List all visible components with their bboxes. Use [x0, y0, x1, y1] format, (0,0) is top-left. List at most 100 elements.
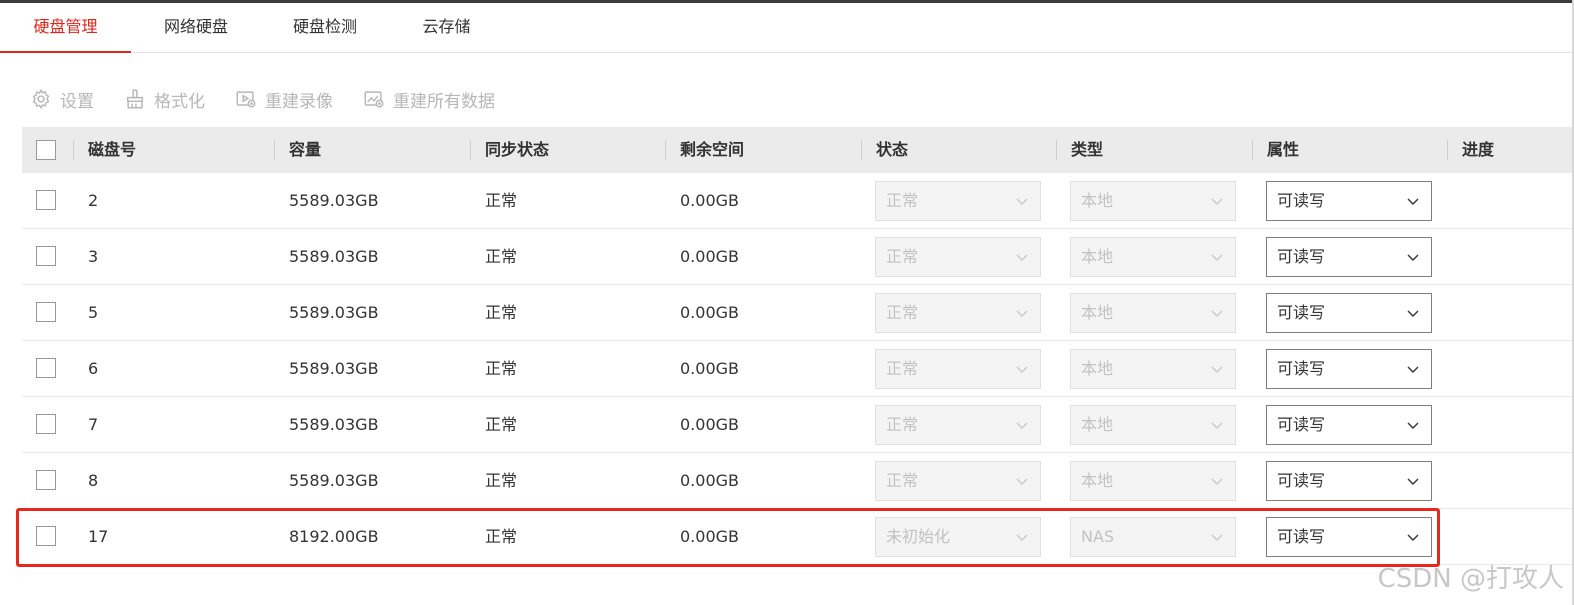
property-select-value: 可读写 — [1277, 527, 1326, 546]
chevron-down-icon — [1407, 422, 1419, 429]
property-select[interactable]: 可读写 — [1266, 293, 1432, 333]
table-row: 2 5589.03GB 正常 0.00GB 正常 本地 可读写 — [22, 173, 1572, 229]
type-select: NAS — [1070, 517, 1236, 557]
status-select-value: 正常 — [886, 471, 919, 490]
chevron-down-icon — [1016, 422, 1028, 429]
header-capacity: 容量 — [289, 140, 322, 159]
cell-capacity: 5589.03GB — [289, 247, 379, 266]
chevron-down-icon — [1211, 198, 1223, 205]
property-select[interactable]: 可读写 — [1266, 517, 1432, 557]
type-select: 本地 — [1070, 349, 1236, 389]
watermark: CSDN @打攻人 — [1377, 564, 1564, 594]
column-divider — [1447, 140, 1448, 160]
rebuild-all-button[interactable]: 重建所有数据 — [363, 87, 495, 112]
cell-disk-no: 6 — [88, 359, 99, 378]
cell-disk-no: 7 — [88, 415, 99, 434]
chevron-down-icon — [1211, 422, 1223, 429]
chevron-down-icon — [1211, 534, 1223, 541]
header-free-space: 剩余空间 — [680, 140, 745, 159]
cell-capacity: 5589.03GB — [289, 191, 379, 210]
rebuild-record-button[interactable]: 重建录像 — [235, 87, 333, 112]
type-select-value: 本地 — [1081, 303, 1114, 322]
cell-capacity: 5589.03GB — [289, 303, 379, 322]
tab-disk-management[interactable]: 硬盘管理 — [0, 3, 131, 53]
type-select-value: NAS — [1081, 527, 1115, 546]
header-sync-status: 同步状态 — [485, 140, 550, 159]
tab-cloud-storage[interactable]: 云存储 — [389, 3, 504, 53]
chevron-down-icon — [1016, 534, 1028, 541]
cell-sync-status: 正常 — [485, 471, 518, 490]
status-select-value: 未初始化 — [886, 527, 951, 546]
property-select-value: 可读写 — [1277, 191, 1326, 210]
column-divider — [861, 140, 862, 160]
cell-free-space: 0.00GB — [680, 303, 739, 322]
cell-free-space: 0.00GB — [680, 527, 739, 546]
status-select: 正常 — [875, 349, 1041, 389]
row-checkbox[interactable] — [36, 526, 56, 546]
property-select[interactable]: 可读写 — [1266, 237, 1432, 277]
status-select-value: 正常 — [886, 247, 919, 266]
cell-free-space: 0.00GB — [680, 471, 739, 490]
chevron-down-icon — [1016, 198, 1028, 205]
chevron-down-icon — [1407, 254, 1419, 261]
chevron-down-icon — [1211, 310, 1223, 317]
data-rebuild-icon — [364, 91, 384, 108]
table-row: 7 5589.03GB 正常 0.00GB 正常 本地 可读写 — [22, 397, 1572, 453]
property-select[interactable]: 可读写 — [1266, 181, 1432, 221]
row-checkbox[interactable] — [36, 302, 56, 322]
table-row: 3 5589.03GB 正常 0.00GB 正常 本地 可读写 — [22, 229, 1572, 285]
type-select-value: 本地 — [1081, 415, 1114, 434]
chevron-down-icon — [1407, 534, 1419, 541]
settings-button[interactable]: 设置 — [30, 87, 94, 112]
table-row: 5 5589.03GB 正常 0.00GB 正常 本地 可读写 — [22, 285, 1572, 341]
cell-sync-status: 正常 — [485, 359, 518, 378]
status-select: 正常 — [875, 293, 1041, 333]
row-checkbox[interactable] — [36, 470, 56, 490]
chevron-down-icon — [1211, 254, 1223, 261]
property-select[interactable]: 可读写 — [1266, 405, 1432, 445]
property-select-value: 可读写 — [1277, 359, 1326, 378]
status-select-value: 正常 — [886, 415, 919, 434]
row-checkbox[interactable] — [36, 414, 56, 434]
status-select-value: 正常 — [886, 359, 919, 378]
column-divider — [665, 140, 666, 160]
table-row: 8 5589.03GB 正常 0.00GB 正常 本地 可读写 — [22, 453, 1572, 509]
table-row: 6 5589.03GB 正常 0.00GB 正常 本地 可读写 — [22, 341, 1572, 397]
tab-bar: 硬盘管理 网络硬盘 硬盘检测 云存储 — [0, 3, 1572, 53]
chevron-down-icon — [1407, 310, 1419, 317]
row-checkbox[interactable] — [36, 358, 56, 378]
chevron-down-icon — [1016, 254, 1028, 261]
cell-free-space: 0.00GB — [680, 191, 739, 210]
column-divider — [73, 140, 74, 160]
property-select[interactable]: 可读写 — [1266, 461, 1432, 501]
rebuild-record-label: 重建录像 — [265, 91, 333, 112]
cell-sync-status: 正常 — [485, 527, 518, 546]
property-select-value: 可读写 — [1277, 471, 1326, 490]
tab-disk-check[interactable]: 硬盘检测 — [261, 3, 389, 53]
chevron-down-icon — [1016, 478, 1028, 485]
settings-label: 设置 — [60, 91, 94, 112]
property-select-value: 可读写 — [1277, 415, 1326, 434]
cell-free-space: 0.00GB — [680, 415, 739, 434]
tab-network-disk[interactable]: 网络硬盘 — [131, 3, 261, 53]
header-status: 状态 — [876, 140, 909, 159]
type-select: 本地 — [1070, 461, 1236, 501]
status-select-value: 正常 — [886, 191, 919, 210]
format-label: 格式化 — [154, 91, 205, 112]
rebuild-all-label: 重建所有数据 — [393, 91, 495, 112]
cell-disk-no: 17 — [88, 527, 109, 546]
format-button[interactable]: 格式化 — [124, 87, 205, 112]
type-select-value: 本地 — [1081, 247, 1114, 266]
cell-disk-no: 8 — [88, 471, 99, 490]
type-select-value: 本地 — [1081, 471, 1114, 490]
property-select-value: 可读写 — [1277, 247, 1326, 266]
column-divider — [1252, 140, 1253, 160]
row-checkbox[interactable] — [36, 190, 56, 210]
status-select: 正常 — [875, 237, 1041, 277]
column-divider — [1056, 140, 1057, 160]
status-select-value: 正常 — [886, 303, 919, 322]
property-select[interactable]: 可读写 — [1266, 349, 1432, 389]
select-all-checkbox[interactable] — [36, 140, 56, 160]
status-select: 正常 — [875, 181, 1041, 221]
row-checkbox[interactable] — [36, 246, 56, 266]
